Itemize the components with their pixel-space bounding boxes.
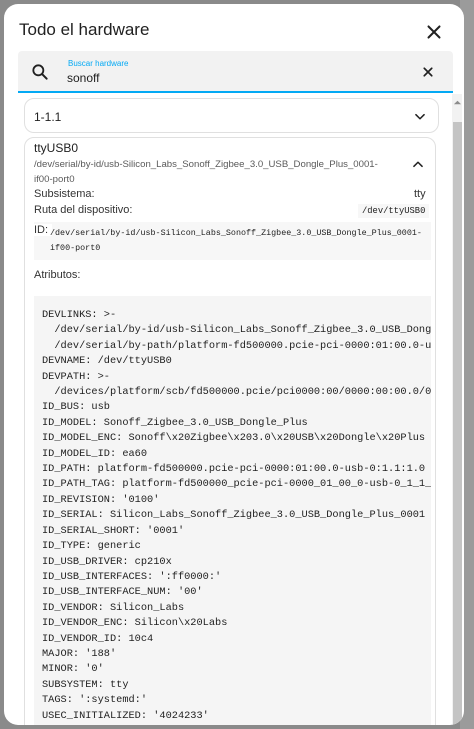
device-card: ttyUSB0 /dev/serial/by-id/usb-Silicon_La… (24, 137, 436, 725)
subsystem-value: tty (414, 188, 426, 200)
search-icon (32, 64, 48, 80)
clear-icon (423, 67, 433, 77)
attribute-line: DEVNAME: /dev/ttyUSB0 (42, 355, 172, 368)
group-label: 1-1.1 (34, 110, 62, 124)
dialog-title: Todo el hardware (19, 20, 150, 39)
attribute-line: MAJOR: '188' (42, 647, 117, 660)
attribute-line: ID_BUS: usb (42, 401, 110, 414)
devpath-value: /dev/ttyUSB0 (358, 204, 430, 218)
id-block: ID: /dev/serial/by-id/usb-Silicon_Labs_S… (34, 222, 431, 260)
attribute-line: ID_USB_INTERFACE_NUM: '00' (42, 586, 203, 599)
scroll-up-icon[interactable] (453, 98, 462, 107)
search-input[interactable] (67, 69, 407, 87)
attribute-line: ID_MODEL_ENC: Sonoff\x20Zigbee\x203.0\x2… (42, 432, 426, 445)
close-button[interactable] (423, 21, 445, 43)
hardware-list[interactable]: 1-1.1 ttyUSB0 /dev/serial/by-id/usb-Sili… (4, 94, 464, 725)
attribute-line: SUBSYSTEM: tty (42, 678, 129, 691)
clear-search-button[interactable] (419, 63, 437, 81)
attribute-line: ID_SERIAL: Silicon_Labs_Sonoff_Zigbee_3.… (42, 509, 426, 522)
attribute-line: USEC_INITIALIZED: '4024233' (42, 709, 209, 722)
attribute-line: ID_MODEL: Sonoff_Zigbee_3.0_USB_Dongle_P… (42, 416, 308, 429)
attribute-line: DEVLINKS: >- (42, 309, 117, 321)
attribute-line: ID_SERIAL_SHORT: '0001' (42, 524, 185, 537)
chevron-down-icon[interactable] (413, 110, 427, 124)
attribute-line: ID_VENDOR_ID: 10c4 (42, 632, 154, 645)
devpath-label: Ruta del dispositivo: (34, 204, 133, 216)
attributes-text: DEVLINKS: >- /dev/serial/by-id/usb-Silic… (42, 308, 431, 724)
attributes-block: DEVLINKS: >- /dev/serial/by-id/usb-Silic… (34, 296, 431, 725)
attribute-line: ID_TYPE: generic (42, 540, 141, 553)
search-field[interactable]: Buscar hardware (18, 51, 453, 93)
attribute-line: DEVPATH: >- (42, 370, 110, 383)
search-label: Buscar hardware (68, 59, 129, 68)
attribute-line: ID_VENDOR: Silicon_Labs (42, 601, 185, 614)
attribute-line: /dev/serial/by-path/platform-fd500000.pc… (54, 339, 431, 352)
scrollbar-thumb[interactable] (453, 122, 462, 725)
device-path: /dev/serial/by-id/usb-Silicon_Labs_Sonof… (34, 159, 378, 185)
attribute-line: /devices/platform/scb/fd500000.pcie/pci0… (54, 386, 431, 399)
id-value: /dev/serial/by-id/usb-Silicon_Labs_Sonof… (50, 228, 422, 253)
close-icon (427, 25, 441, 39)
attribute-line: ID_USB_INTERFACES: ':ff0000:' (42, 570, 222, 583)
attribute-line: /dev/serial/by-id/usb-Silicon_Labs_Sonof… (54, 324, 431, 337)
dialog-header: Todo el hardware (4, 4, 464, 52)
attribute-line: TAGS: ':systemd:' (42, 694, 148, 707)
attribute-line: ID_USB_DRIVER: cp210x (42, 555, 172, 568)
group-card[interactable]: 1-1.1 (24, 98, 439, 133)
attribute-line: ID_PATH_TAG: platform-fd500000_pcie-pci-… (42, 478, 431, 491)
attribute-line: ID_VENDOR_ENC: Silicon\x20Labs (42, 617, 228, 630)
attribute-line: MINOR: '0' (42, 663, 104, 676)
attribute-line: ID_PATH: platform-fd500000.pcie-pci-0000… (42, 463, 426, 476)
chevron-up-icon[interactable] (411, 157, 425, 171)
subsystem-label: Subsistema: (34, 188, 95, 200)
attribute-line: ID_MODEL_ID: ea60 (42, 447, 148, 460)
hardware-dialog: Todo el hardware Buscar hardware 1-1.1 (4, 4, 464, 725)
attribute-line: ID_REVISION: '0100' (42, 493, 160, 506)
device-name: ttyUSB0 (34, 141, 79, 155)
attributes-label: Atributos: (34, 269, 81, 281)
